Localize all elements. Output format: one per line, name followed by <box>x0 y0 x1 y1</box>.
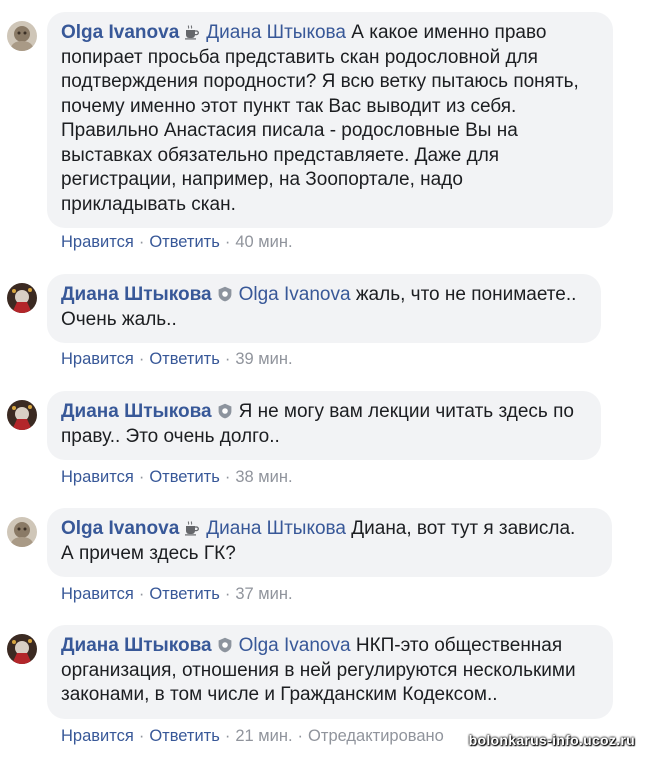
separator-dot: · <box>224 585 231 603</box>
comment-text-line: НКП-это общественная <box>355 635 563 656</box>
comment-timestamp[interactable]: 40 мин. <box>235 233 292 251</box>
shield-badge-icon <box>217 402 233 419</box>
comment-text-line: праву.. Это очень долго.. <box>61 425 280 447</box>
mention-link[interactable]: Olga Ivanova <box>239 635 356 656</box>
separator-dot: · <box>297 727 304 745</box>
comment-text-line: выставках обязательно представляете. Даж… <box>61 144 500 166</box>
separator-dot: · <box>224 468 231 486</box>
comment-text-line: прикладывать скан. <box>61 193 236 215</box>
like-link[interactable]: Нравится <box>61 468 134 486</box>
comment-actions: Нравится · Ответить · 38 мин. <box>61 468 293 487</box>
avatar-olga[interactable] <box>7 517 37 547</box>
comment-timestamp[interactable]: 37 мин. <box>235 585 292 603</box>
reply-link[interactable]: Ответить <box>149 233 220 251</box>
shield-badge-icon <box>217 636 233 653</box>
separator-dot: · <box>138 468 145 486</box>
comment-actions: Нравится · Ответить · 21 мин. · Отредактирован… <box>61 727 444 746</box>
coffee-cup-icon <box>184 23 200 40</box>
comment-actions: Нравится · Ответить · 39 мин. <box>61 350 293 369</box>
avatar-diana[interactable] <box>7 634 37 664</box>
like-link[interactable]: Нравится <box>61 233 134 251</box>
separator-dot: · <box>138 585 145 603</box>
comment-text-line: Диана, вот тут я зависла. <box>351 518 576 539</box>
comment-timestamp[interactable]: 39 мин. <box>235 350 292 368</box>
watermark-text: bolonkarus-info.ucoz.ru <box>468 732 635 748</box>
comment-bubble: Диана Штыкова Olga Ivanova жаль, что не п… <box>47 274 601 343</box>
comment-text-line: организация, отношения в ней регулируютс… <box>61 659 576 681</box>
comment-text-line: А причем здесь ГК? <box>61 542 236 564</box>
reply-link[interactable]: Ответить <box>149 350 220 368</box>
comment-bubble: Olga Ivanova Диана Штыкова Диана, вот тут… <box>47 508 612 577</box>
avatar-olga[interactable] <box>7 21 37 51</box>
mention-link[interactable]: Olga Ivanova <box>239 284 356 305</box>
avatar-diana[interactable] <box>7 283 37 313</box>
mention-link[interactable]: Диана Штыкова <box>206 22 351 43</box>
like-link[interactable]: Нравится <box>61 585 134 603</box>
comment-timestamp[interactable]: 21 мин. <box>235 727 292 745</box>
separator-dot: · <box>138 350 145 368</box>
comment-text-line: регистрации, например, на Зоопортале, на… <box>61 169 463 190</box>
reply-link[interactable]: Ответить <box>149 468 220 486</box>
author-name[interactable]: Диана Штыкова <box>61 284 212 305</box>
reply-link[interactable]: Ответить <box>149 727 220 745</box>
like-link[interactable]: Нравится <box>61 350 134 368</box>
comment-bubble: Диана Штыкова Olga Ivanova НКП-это общест… <box>47 625 613 719</box>
comment-text-line: законами, в том числе и Гражданским Коде… <box>61 684 498 705</box>
like-link[interactable]: Нравится <box>61 727 134 745</box>
comment-bubble: Диана Штыкова Я не могу вам лекции читать… <box>47 391 601 460</box>
comment-text-line: Очень жаль.. <box>61 308 177 330</box>
separator-dot: · <box>138 727 145 745</box>
separator-dot: · <box>224 350 231 368</box>
mention-link[interactable]: Диана Штыкова <box>206 518 351 539</box>
edited-label[interactable]: Отредактировано <box>308 727 444 745</box>
avatar-diana[interactable] <box>7 400 37 430</box>
author-name[interactable]: Olga Ivanova <box>61 518 179 539</box>
author-name[interactable]: Olga Ivanova <box>61 22 179 43</box>
comment-timestamp[interactable]: 38 мин. <box>235 468 292 486</box>
author-name[interactable]: Диана Штыкова <box>61 401 212 422</box>
comment-text-line: Я не могу вам лекции читать здесь по <box>238 401 574 422</box>
comment-text-line: А какое именно право <box>351 22 547 43</box>
comment-text-line: жаль, что не понимаете.. <box>355 284 577 305</box>
comment-text-line: Правильно Анастасия писала - родословные… <box>61 120 518 141</box>
comment-actions: Нравится · Ответить · 37 мин. <box>61 585 293 604</box>
reply-link[interactable]: Ответить <box>149 585 220 603</box>
separator-dot: · <box>224 727 231 745</box>
separator-dot: · <box>224 233 231 251</box>
comment-bubble: Olga Ivanova Диана Штыкова А какое именно… <box>47 12 613 228</box>
shield-badge-icon <box>217 285 233 302</box>
author-name[interactable]: Диана Штыкова <box>61 635 212 656</box>
coffee-cup-icon <box>184 519 200 536</box>
comment-text-line: попирает просьба представить скан родосл… <box>61 46 538 68</box>
comment-text-line: подтверждения породности? Я всю ветку пы… <box>61 71 579 92</box>
separator-dot: · <box>138 233 145 251</box>
comment-text-line: почему именно этот пункт так Вас выводит… <box>61 95 517 117</box>
comment-actions: Нравится · Ответить · 40 мин. <box>61 233 293 252</box>
